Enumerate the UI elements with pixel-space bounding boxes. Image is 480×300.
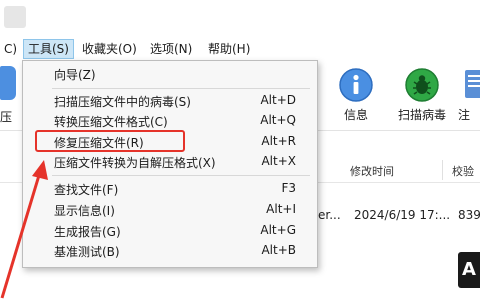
row-checksum[interactable]: 839 xyxy=(458,208,480,222)
menu-item-convert-sfx[interactable]: 压缩文件转换为自解压格式(X) Alt+X xyxy=(22,152,316,172)
folder-icon[interactable] xyxy=(0,66,16,100)
menu-item-label: 显示信息(I) xyxy=(54,204,115,218)
app-icon xyxy=(4,6,26,28)
virus-scan-icon xyxy=(405,68,439,102)
menu-item-benchmark[interactable]: 基准测试(B) Alt+B xyxy=(22,241,316,261)
column-modified[interactable]: 修改时间 xyxy=(350,163,394,179)
virus-scan-button[interactable]: 扫描病毒 xyxy=(392,64,452,124)
menu-item-label: 向导(Z) xyxy=(54,68,96,82)
menu-item-find-files[interactable]: 查找文件(F) F3 xyxy=(22,179,316,199)
menu-help[interactable]: 帮助(H) xyxy=(204,40,254,58)
comment-button[interactable]: 注 xyxy=(458,64,480,124)
menu-item-show-info[interactable]: 显示信息(I) Alt+I xyxy=(22,200,316,220)
column-divider[interactable] xyxy=(442,160,443,180)
virus-scan-label: 扫描病毒 xyxy=(397,108,446,122)
menu-command[interactable]: C) xyxy=(0,40,21,58)
menu-item-label: 扫描压缩文件中的病毒(S) xyxy=(54,95,191,109)
row-modified[interactable]: 2024/6/19 17:... xyxy=(354,208,450,222)
info-button[interactable]: 信息 xyxy=(326,64,386,124)
repair-highlight-box xyxy=(35,130,185,152)
info-button-label: 信息 xyxy=(343,108,368,122)
menu-item-shortcut: Alt+R xyxy=(261,134,296,148)
menu-item-scan-virus[interactable]: 扫描压缩文件中的病毒(S) Alt+D xyxy=(22,91,316,111)
menu-item-convert-format[interactable]: 转换压缩文件格式(C) Alt+Q xyxy=(22,111,316,131)
menu-item-shortcut: Alt+B xyxy=(261,243,296,257)
menu-separator xyxy=(52,88,310,89)
menu-item-shortcut: Alt+X xyxy=(261,154,296,168)
menu-separator xyxy=(52,175,310,176)
watermark-logo: A xyxy=(458,252,480,288)
column-checksum[interactable]: 校验 xyxy=(452,163,474,179)
comment-icon xyxy=(465,70,480,98)
menu-item-label: 查找文件(F) xyxy=(54,183,119,197)
annotation-arrow xyxy=(0,160,48,299)
menu-item-generate-report[interactable]: 生成报告(G) Alt+G xyxy=(22,221,316,241)
menu-item-shortcut: Alt+G xyxy=(260,223,296,237)
info-icon xyxy=(339,68,373,102)
menu-item-label: 转换压缩文件格式(C) xyxy=(54,115,168,129)
menu-item-label: 生成报告(G) xyxy=(54,225,121,239)
menu-item-shortcut: F3 xyxy=(281,181,296,195)
comment-label: 注 xyxy=(458,108,471,122)
menu-tools[interactable]: 工具(S) xyxy=(23,39,74,59)
toolbar-left-label: 压 xyxy=(0,110,13,124)
menu-favorites[interactable]: 收藏夹(O) xyxy=(78,40,141,58)
menu-item-shortcut: Alt+I xyxy=(266,202,296,216)
title-bar xyxy=(0,0,480,36)
menu-options[interactable]: 选项(N) xyxy=(146,40,196,58)
row-name-fragment[interactable]: er... xyxy=(318,208,341,222)
menu-item-shortcut: Alt+Q xyxy=(260,113,296,127)
menu-item-label: 压缩文件转换为自解压格式(X) xyxy=(54,156,216,170)
menu-item-wizard[interactable]: 向导(Z) xyxy=(22,64,316,84)
menu-item-shortcut: Alt+D xyxy=(260,93,296,107)
menu-item-label: 基准测试(B) xyxy=(54,245,120,259)
